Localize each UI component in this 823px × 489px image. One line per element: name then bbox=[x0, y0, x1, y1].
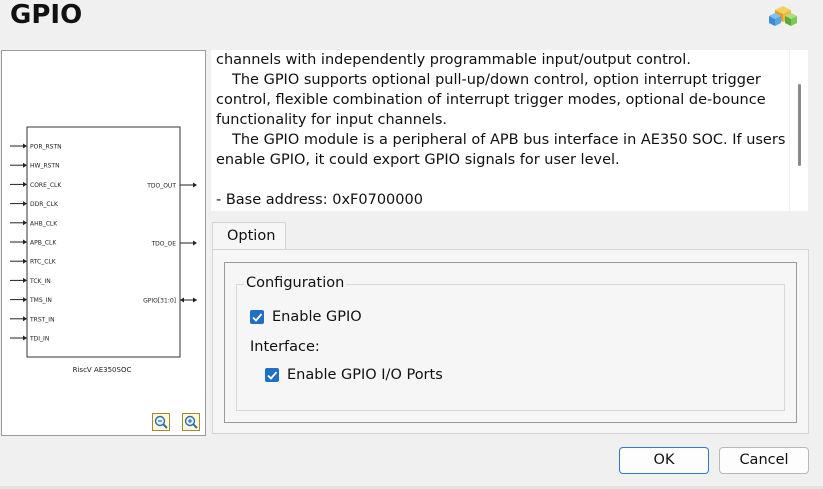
description-line: The GPIO supports optional pull-up/down … bbox=[216, 72, 766, 128]
description-line: - Base address: 0xF0700000 bbox=[216, 192, 423, 208]
block-diagram: RiscV AE350SOC POR_RSTN HW_RSTN CORE_CLK DD… bbox=[10, 126, 197, 374]
input-pin: TMS_IN bbox=[10, 297, 52, 304]
zoom-in-button[interactable] bbox=[182, 413, 200, 431]
scrollbar-thumb[interactable] bbox=[798, 84, 801, 166]
input-pin: CORE_CLK bbox=[10, 181, 62, 189]
cancel-button[interactable]: Cancel bbox=[719, 447, 809, 474]
input-pin-label: TDI_IN bbox=[29, 336, 49, 343]
enable-gpio-label: Enable GPIO bbox=[272, 309, 362, 325]
input-pin: HW_RSTN bbox=[10, 162, 60, 170]
description-text: channels with independently programmable… bbox=[216, 50, 786, 210]
input-pin: DDR_CLK bbox=[10, 201, 59, 208]
interface-label: Interface: bbox=[250, 339, 320, 355]
configuration-groupbox: Configuration Enable GPIO Interface: Ena… bbox=[236, 275, 785, 411]
description-line: channels with independently programmable… bbox=[216, 52, 691, 68]
block-label: RiscV AE350SOC bbox=[73, 366, 132, 374]
bidirectional-pin-label: GPIO[31:0] bbox=[143, 298, 176, 305]
input-pin-label: HW_RSTN bbox=[30, 163, 60, 170]
option-frame: Configuration Enable GPIO Interface: Ena… bbox=[224, 262, 797, 423]
enable-ports-label: Enable GPIO I/O Ports bbox=[287, 367, 443, 383]
configuration-title: Configuration bbox=[244, 275, 347, 291]
output-pin: TDO_OUT bbox=[146, 182, 197, 190]
output-pin-label: TDO_OE bbox=[150, 241, 176, 248]
block-diagram-panel: RiscV AE350SOC POR_RSTN HW_RSTN CORE_CLK DD… bbox=[1, 50, 206, 436]
input-pin: TRST_IN bbox=[10, 316, 55, 323]
input-pin-label: TRST_IN bbox=[29, 316, 55, 323]
input-pin: TDI_IN bbox=[10, 335, 49, 343]
zoom-out-icon bbox=[154, 415, 168, 429]
input-pin-label: TCK_IN bbox=[29, 278, 51, 285]
option-tab-content: Configuration Enable GPIO Interface: Ena… bbox=[212, 249, 809, 434]
input-pin-label: RTC_CLK bbox=[30, 259, 57, 266]
ok-button[interactable]: OK bbox=[619, 447, 709, 474]
enable-ports-checkbox[interactable] bbox=[265, 368, 279, 382]
bidirectional-pin: GPIO[31:0] bbox=[143, 297, 197, 305]
input-pin: POR_RSTN bbox=[10, 143, 62, 151]
enable-gpio-checkbox[interactable] bbox=[250, 310, 264, 324]
description-panel: channels with independently programmable… bbox=[211, 50, 789, 211]
check-icon bbox=[267, 371, 278, 380]
output-pin-label: TDO_OUT bbox=[146, 183, 176, 190]
check-icon bbox=[252, 313, 263, 322]
input-pin-label: TMS_IN bbox=[29, 297, 52, 304]
input-pin-label: CORE_CLK bbox=[30, 182, 62, 189]
zoom-in-icon bbox=[184, 415, 198, 429]
input-pin: AHB_CLK bbox=[10, 220, 58, 227]
input-pin-label: AHB_CLK bbox=[30, 220, 58, 227]
input-pin-label: APB_CLK bbox=[30, 240, 57, 247]
input-pin-label: POR_RSTN bbox=[30, 144, 62, 151]
output-pin: TDO_OE bbox=[150, 240, 197, 248]
tab-option[interactable]: Option bbox=[212, 222, 286, 250]
zoom-out-button[interactable] bbox=[152, 413, 170, 431]
input-pin: TCK_IN bbox=[10, 277, 51, 285]
description-scrollbar[interactable] bbox=[790, 50, 808, 211]
enable-ports-row[interactable]: Enable GPIO I/O Ports bbox=[265, 367, 443, 383]
description-line: The GPIO module is a peripheral of APB b… bbox=[216, 132, 786, 168]
input-pin: APB_CLK bbox=[10, 239, 57, 247]
cubes-logo-icon bbox=[769, 6, 797, 26]
description-line bbox=[216, 170, 786, 190]
input-pin-label: DDR_CLK bbox=[30, 201, 59, 208]
enable-gpio-row[interactable]: Enable GPIO bbox=[250, 309, 362, 325]
dialog-title: GPIO bbox=[10, 0, 83, 30]
input-pin: RTC_CLK bbox=[10, 258, 57, 266]
